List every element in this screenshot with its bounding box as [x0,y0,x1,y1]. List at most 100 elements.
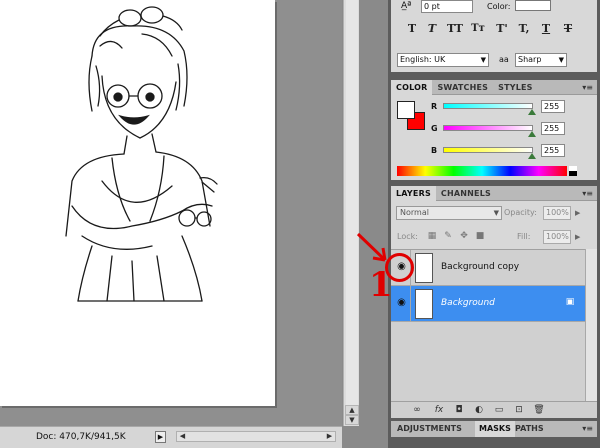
canvas-vertical-scrollbar[interactable]: ▲ ▼ [343,0,359,426]
layer-name[interactable]: Background [441,298,495,308]
color-spectrum-bar[interactable] [397,166,567,176]
red-value-field[interactable]: 255 [541,100,565,113]
bottom-panel-tabs: ADJUSTMENTS MASKS PATHS ▾≡ [391,421,597,437]
subscript-button[interactable]: T, [517,23,531,35]
tab-channels[interactable]: CHANNELS [436,186,496,201]
all-caps-button[interactable]: TT [447,23,463,35]
panel-menu-icon[interactable]: ▾≡ [582,424,593,433]
red-slider[interactable] [443,103,536,115]
superscript-button[interactable]: T' [495,23,509,35]
fill-label: Fill: [517,232,531,241]
tracking-icon: A̲ª [401,1,412,11]
tab-styles[interactable]: STYLES [493,80,538,95]
layer-list: ◉ Background copy ◉ Background ▣ [391,249,585,401]
layer-row-background[interactable]: ◉ Background ▣ [391,286,585,322]
fill-field[interactable]: 100% [543,230,571,244]
layers-panel: LAYERS CHANNELS ▾≡ Normal ▼ Opacity: 100%… [391,186,597,418]
fill-arrow-icon[interactable]: ▶ [575,233,580,241]
sketch-artwork [65,6,218,302]
character-panel: A̲ª 0 pt Color: T T TT Tт T' T, T T Engl… [391,0,597,72]
lock-icon[interactable]: ▣ [565,297,575,307]
document-size-info: Doc: 470,7K/941,5K [36,432,126,442]
small-caps-button[interactable]: Tт [471,23,485,35]
opacity-arrow-icon[interactable]: ▶ [575,209,580,217]
blue-value-field[interactable]: 255 [541,144,565,157]
green-label: G [431,124,438,133]
tab-paths[interactable]: PATHS [511,421,548,437]
tab-color[interactable]: COLOR [391,80,433,95]
lock-label: Lock: [397,232,418,241]
lock-position-icon[interactable]: ✥ [459,231,469,241]
leading-field[interactable]: 0 pt [421,0,473,13]
blend-mode-select[interactable]: Normal ▼ [396,206,502,220]
underline-button[interactable]: T [539,23,553,35]
leading-value: 0 pt [424,2,440,11]
tab-layers[interactable]: LAYERS [391,186,436,201]
layers-footer-toolbar: ∞ fx ◘ ◐ ▭ ⊡ 🗑 [391,401,597,418]
opacity-label: Opacity: [504,208,537,217]
strikethrough-button[interactable]: T [561,23,575,35]
layers-scrollbar[interactable] [585,249,597,401]
blue-slider[interactable] [443,147,536,159]
tab-swatches[interactable]: SWATCHES [432,80,493,95]
faux-italic-button[interactable]: T [425,23,439,35]
color-panel-tabs: COLOR SWATCHES STYLES ▾≡ [391,80,597,95]
new-group-icon[interactable]: ▭ [493,405,505,416]
black-white-ramp[interactable] [569,166,577,176]
green-value: 255 [544,124,560,133]
status-menu-arrow-icon[interactable]: ▶ [155,431,166,443]
fill-value: 100% [546,232,569,241]
scroll-up-arrow-icon[interactable]: ▲ [345,405,359,415]
chevron-down-icon: ▼ [480,56,486,64]
red-label: R [431,102,438,111]
panel-menu-icon[interactable]: ▾≡ [582,83,593,92]
lock-all-icon[interactable]: ■ [475,231,485,241]
layer-row-background-copy[interactable]: ◉ Background copy [391,250,585,286]
layer-name[interactable]: Background copy [441,262,519,272]
scroll-right-arrow-icon[interactable]: ▶ [324,432,335,441]
language-select[interactable]: English: UK ▼ [397,53,489,67]
green-slider[interactable] [443,125,536,137]
lock-transparency-icon[interactable]: ▦ [427,231,437,241]
annotation-number: 1 [369,265,393,305]
slider-thumb-icon[interactable] [528,153,536,159]
eye-icon[interactable]: ◉ [395,298,408,308]
chevron-down-icon: ▼ [558,56,564,64]
tab-masks[interactable]: MASKS [475,421,515,437]
faux-bold-button[interactable]: T [405,23,419,35]
add-mask-icon[interactable]: ◘ [453,405,465,416]
new-layer-icon[interactable]: ⊡ [513,405,525,416]
document-page[interactable] [0,0,275,406]
link-layers-icon[interactable]: ∞ [411,405,423,416]
foreground-color-swatch[interactable] [397,101,415,119]
foreground-background-swatches [397,101,427,131]
opacity-field[interactable]: 100% [543,206,571,220]
adjustment-layer-icon[interactable]: ◐ [473,405,485,416]
layer-style-icon[interactable]: fx [433,405,445,416]
scrollbar-track[interactable] [346,0,358,405]
blend-mode-value: Normal [400,208,429,217]
chevron-down-icon: ▼ [493,209,499,217]
blue-value: 255 [544,146,560,155]
language-value: English: UK [400,55,446,64]
slider-thumb-icon[interactable] [528,109,536,115]
lock-paint-icon[interactable]: ✎ [443,231,453,241]
tab-adjustments[interactable]: ADJUSTMENTS [393,421,466,437]
scroll-left-arrow-icon[interactable]: ◀ [177,432,188,441]
antialias-select[interactable]: Sharp ▼ [515,53,567,67]
text-color-swatch[interactable] [515,0,551,11]
opacity-value: 100% [546,208,569,217]
visibility-toggle[interactable]: ◉ [391,286,411,322]
red-value: 255 [544,102,560,111]
scroll-down-arrow-icon[interactable]: ▼ [345,415,359,425]
layer-thumbnail [415,289,433,319]
panel-menu-icon[interactable]: ▾≡ [582,189,593,198]
layers-panel-tabs: LAYERS CHANNELS ▾≡ [391,186,597,201]
slider-thumb-icon[interactable] [528,131,536,137]
delete-layer-icon[interactable]: 🗑 [533,405,545,416]
canvas-horizontal-scrollbar[interactable]: ◀ ▶ [176,431,336,442]
layer-thumbnail [415,253,433,283]
green-value-field[interactable]: 255 [541,122,565,135]
antialias-label: aa [499,55,509,64]
document-canvas-area[interactable] [0,0,342,426]
